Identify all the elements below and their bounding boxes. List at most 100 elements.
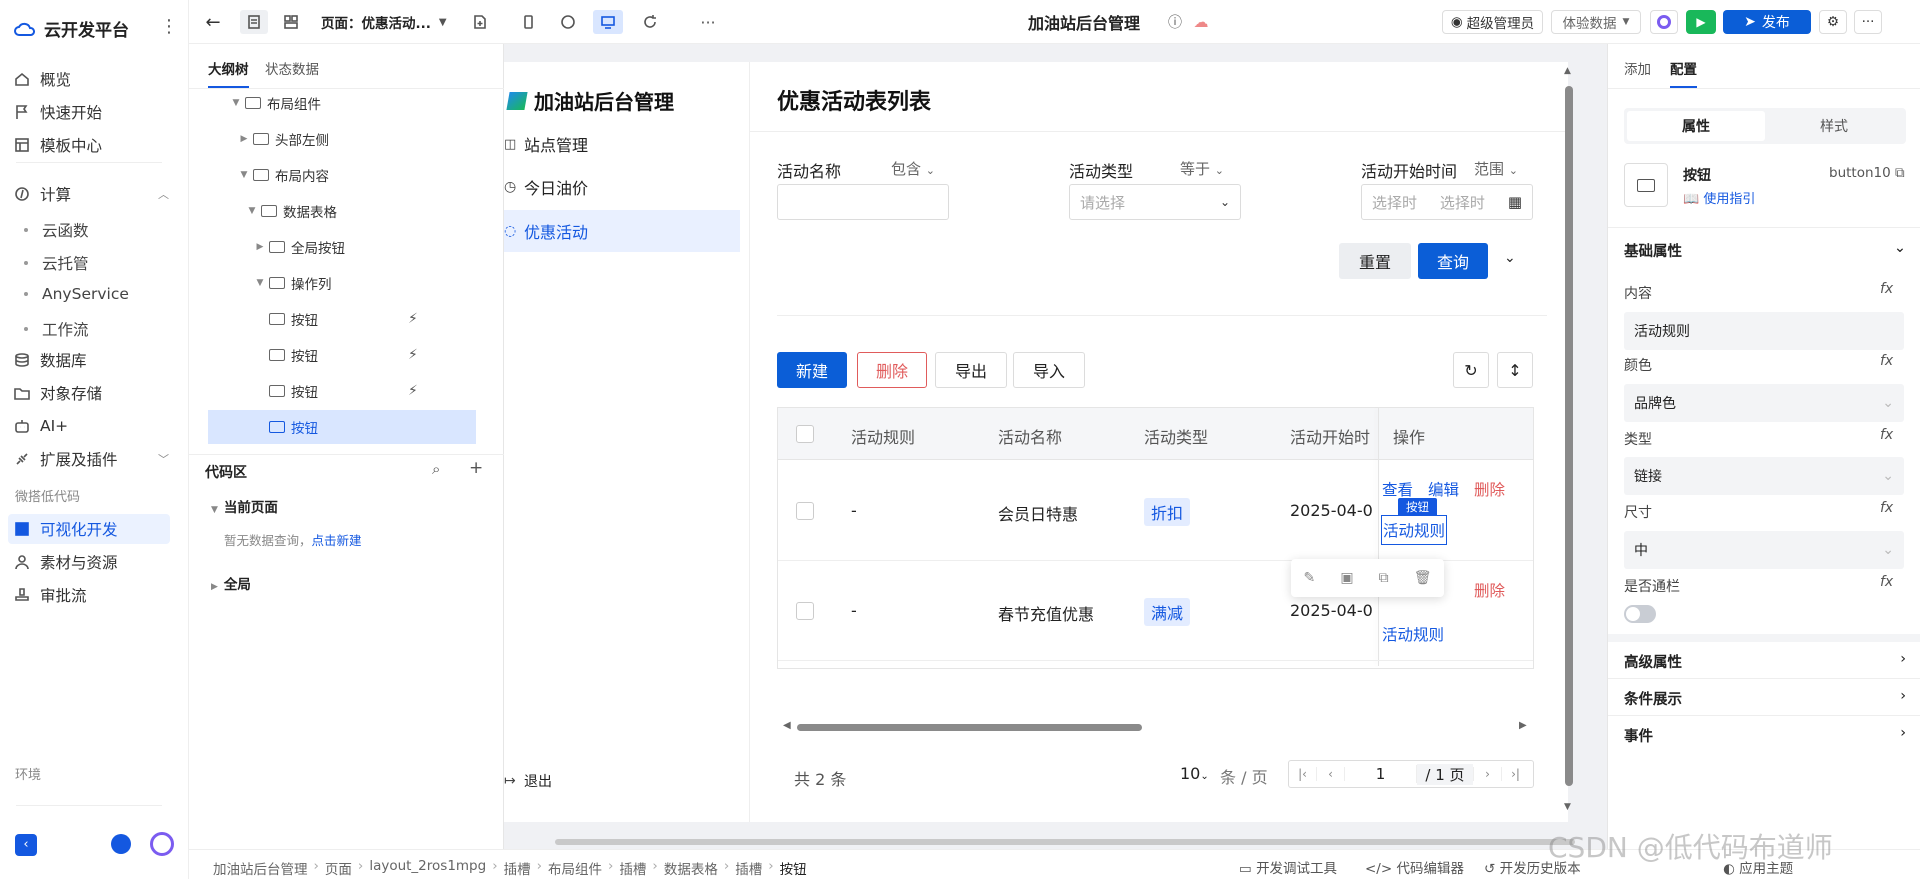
more-icon[interactable]: ⋮	[160, 16, 178, 37]
nav-item-quickstart[interactable]: 快速开始	[14, 97, 169, 127]
add-page-icon[interactable]	[468, 10, 492, 34]
page-input[interactable]: 1	[1345, 765, 1417, 783]
nav-item-ai[interactable]: AI+	[14, 411, 169, 441]
canvas-scrollbar[interactable]: ▲ ▼	[1564, 66, 1574, 812]
breadcrumb-item[interactable]: 插槽	[619, 858, 646, 878]
color-select[interactable]: 品牌色 ⌄	[1624, 384, 1904, 422]
breadcrumb-item[interactable]: 加油站后台管理	[213, 858, 308, 878]
trash-icon[interactable]: 🗑	[1414, 570, 1432, 586]
nav-sub-workflow[interactable]: 工作流	[24, 318, 89, 340]
row-checkbox[interactable]	[796, 602, 814, 620]
block-toggle[interactable]	[1624, 605, 1656, 623]
scroll-up-icon[interactable]: ▲	[1564, 66, 1571, 76]
expand-filter-icon[interactable]: ⌄	[1504, 250, 1516, 266]
breadcrumb-item[interactable]: 页面	[325, 858, 352, 878]
filter-name-input[interactable]	[777, 184, 949, 220]
nav-item-database[interactable]: 数据库	[14, 345, 169, 375]
filter-name-op[interactable]: 包含 ⌄	[891, 158, 935, 179]
tree-node-header-left[interactable]: ▶ 头部左侧	[205, 122, 475, 156]
segment-attributes[interactable]: 属性	[1627, 111, 1765, 141]
condition-section-header[interactable]: 条件展示 ›	[1624, 688, 1906, 709]
segment-style[interactable]: 样式	[1765, 111, 1903, 141]
tree-node-button[interactable]: 按钮	[205, 374, 475, 408]
tree-node-table[interactable]: ▼ 数据表格	[205, 194, 475, 228]
tab-state[interactable]: 状态数据	[265, 58, 319, 78]
tree-node-button[interactable]: 按钮	[205, 302, 475, 336]
rule-link-selected[interactable]: 活动规则	[1381, 515, 1448, 545]
page-select[interactable]: 页面：优惠活动... ▼	[321, 10, 461, 34]
save-icon[interactable]: ▣	[1340, 570, 1353, 586]
admin-button[interactable]: ◉ 超级管理员	[1442, 10, 1543, 34]
more-button[interactable]: ···	[1854, 10, 1882, 34]
search-icon[interactable]: ⌕	[432, 460, 440, 478]
scroll-right-icon[interactable]: ▶	[1519, 720, 1527, 731]
next-page-icon[interactable]: ›	[1473, 767, 1501, 781]
prev-page-icon[interactable]: ‹	[1317, 767, 1345, 781]
filter-type-select[interactable]: 请选择 ⌄	[1069, 184, 1241, 220]
more-icon[interactable]: ···	[697, 10, 719, 34]
basic-section-header[interactable]: 基础属性 ⌄	[1624, 240, 1906, 261]
query-button[interactable]: 查询	[1418, 243, 1488, 279]
breadcrumb-item[interactable]: 数据表格	[664, 858, 718, 878]
usage-guide-link[interactable]: 📖 使用指引	[1683, 188, 1755, 207]
select-all-checkbox[interactable]	[796, 425, 814, 443]
nav-item-overview[interactable]: 概览	[14, 64, 169, 94]
edit-link[interactable]: 编辑	[1428, 478, 1459, 500]
nav-item-storage[interactable]: 对象存储	[14, 378, 169, 408]
column-header-rule[interactable]: 活动规则	[851, 424, 915, 448]
tab-outline[interactable]: 大纲树	[208, 58, 249, 88]
breadcrumb-item[interactable]: layout_2ros1mpg	[369, 858, 486, 878]
nav-item-visual-dev[interactable]: 可视化开发	[8, 514, 170, 544]
tree-node-action-column[interactable]: ▼ 操作列	[205, 266, 475, 300]
event-section-header[interactable]: 事件 ›	[1624, 725, 1906, 746]
copy-icon[interactable]: ⧉	[1379, 570, 1389, 586]
last-page-icon[interactable]: ›|	[1501, 767, 1529, 781]
tree-node-button[interactable]: 按钮	[205, 338, 475, 372]
breadcrumb-item[interactable]: 按钮	[780, 858, 807, 878]
menu-item-stations[interactable]: ◫ 站点管理	[504, 123, 740, 165]
theme-button[interactable]: ◐ 应用主题	[1723, 857, 1793, 877]
canvas-scroll-thumb[interactable]	[1565, 86, 1573, 786]
nav-item-assets[interactable]: 素材与资源	[14, 547, 169, 577]
publish-button[interactable]: ➤ 发布	[1723, 10, 1811, 34]
breadcrumb-item[interactable]: 插槽	[735, 858, 762, 878]
data-mode-select[interactable]: 体验数据 ▼	[1551, 10, 1641, 34]
filter-type-op[interactable]: 等于 ⌄	[1180, 158, 1224, 179]
scroll-thumb[interactable]	[797, 724, 1142, 731]
nav-item-plugins[interactable]: 扩展及插件 ﹀	[14, 444, 169, 474]
row-checkbox[interactable]	[796, 502, 814, 520]
code-editor-button[interactable]: </> 代码编辑器	[1365, 857, 1464, 877]
assistant-icon[interactable]	[150, 832, 174, 856]
edit-icon[interactable]: ✎	[1304, 570, 1316, 586]
event-bolt-icon[interactable]: ⚡	[408, 347, 418, 363]
tree-node-layout[interactable]: ▼ 布局组件	[205, 86, 475, 120]
breadcrumb-item[interactable]: 插槽	[504, 858, 531, 878]
delete-button[interactable]: 删除	[857, 352, 927, 388]
nav-item-approval[interactable]: 审批流	[14, 580, 169, 610]
user-avatar-icon[interactable]	[111, 834, 131, 854]
rule-link[interactable]: 活动规则	[1382, 623, 1444, 645]
scroll-down-icon[interactable]: ▼	[1564, 802, 1571, 812]
event-bolt-icon[interactable]: ⚡	[408, 311, 418, 327]
fx-icon[interactable]: fx	[1880, 353, 1893, 369]
delete-link[interactable]: 删除	[1474, 579, 1505, 601]
type-select[interactable]: 链接 ⌄	[1624, 457, 1904, 495]
breadcrumb-item[interactable]: 布局组件	[548, 858, 602, 878]
page-size-select[interactable]: 10⌄	[1180, 764, 1209, 783]
scroll-left-icon[interactable]: ◀	[783, 720, 791, 731]
tab-add[interactable]: 添加	[1624, 58, 1651, 78]
view-link[interactable]: 查看	[1382, 478, 1413, 500]
back-icon[interactable]: ←	[201, 10, 225, 34]
density-button[interactable]: ↕	[1497, 352, 1533, 388]
tree-node-global-buttons[interactable]: ▶ 全局按钮	[205, 230, 475, 264]
column-header-name[interactable]: 活动名称	[998, 424, 1062, 448]
first-page-icon[interactable]: |‹	[1289, 767, 1317, 781]
column-header-type[interactable]: 活动类型	[1144, 424, 1208, 448]
copy-icon[interactable]: ⧉	[1895, 165, 1905, 181]
nav-sub-anyservice[interactable]: AnyService	[24, 285, 129, 303]
global-node[interactable]: ▶ 全局	[211, 573, 251, 593]
fx-icon[interactable]: fx	[1880, 500, 1893, 516]
canvas-hscroll-thumb[interactable]	[555, 839, 1575, 845]
collapse-icon[interactable]: ‹	[15, 834, 37, 856]
page-view-icon[interactable]	[240, 10, 268, 34]
